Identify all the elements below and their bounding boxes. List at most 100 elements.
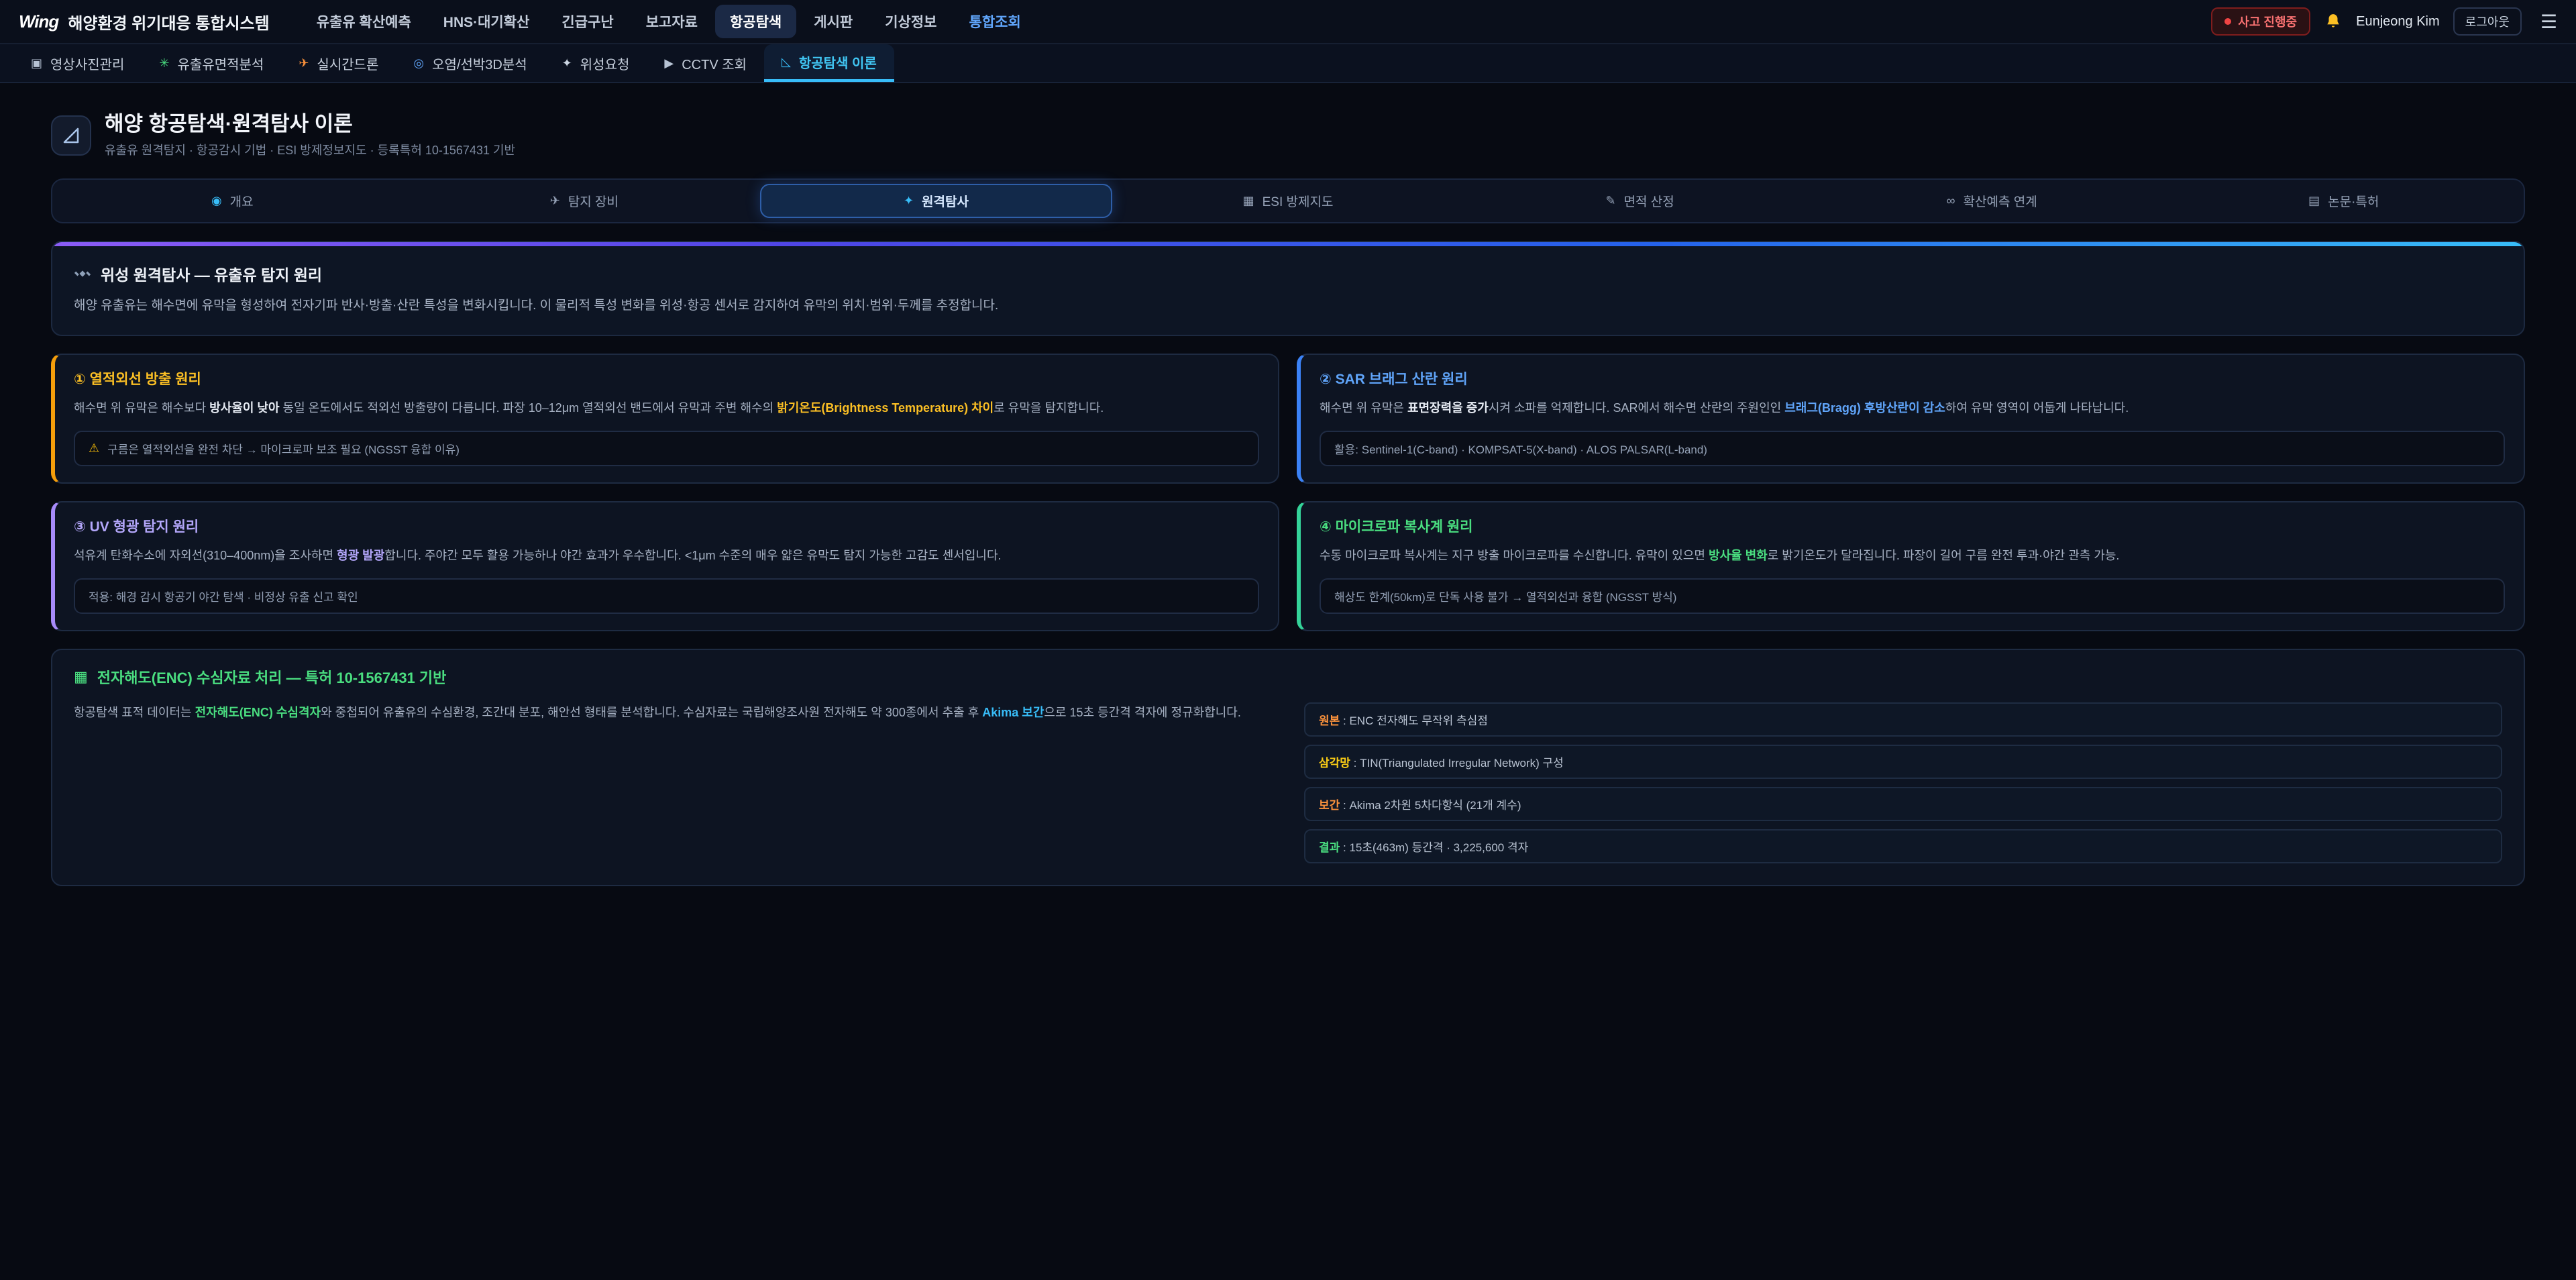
tab-label: ESI 방제지도 — [1263, 192, 1334, 210]
tab-label: 논문·특허 — [2328, 192, 2379, 210]
enc-row-result: 결과 : 15초(463m) 등간격 · 3,225,600 격자 — [1304, 829, 2502, 863]
subnav-item-oil-area-analysis[interactable]: ✳ 유출유면적분석 — [142, 44, 281, 82]
tab-label: 원격탐사 — [922, 192, 969, 210]
subnav-item-aerial-search-theory[interactable]: ◺ 항공탐색 이론 — [764, 44, 894, 82]
enc-row-label: 결과 — [1319, 841, 1340, 854]
main-menu: 유출유 확산예측 HNS·대기확산 긴급구난 보고자료 항공탐색 게시판 기상정… — [302, 5, 1036, 38]
tab-label: 개요 — [230, 192, 254, 210]
card-note: ⚠ 구름은 열적외선을 완전 차단 → 마이크로파 보조 필요 (NGSST 융… — [74, 431, 1259, 466]
main-content: 해양 항공탐색·원격탐사 이론 유출유 원격탐지 · 항공감시 기법 · ESI… — [0, 113, 2576, 940]
subnav-item-satellite-request[interactable]: ✦ 위성요청 — [545, 44, 647, 82]
subnav-item-image-management[interactable]: ▣ 영상사진관리 — [13, 44, 142, 82]
enc-row-value: : TIN(Triangulated Irregular Network) 구성 — [1350, 757, 1564, 769]
plane-icon: ✈ — [550, 194, 560, 208]
magnifier-icon: ◎ — [413, 57, 424, 69]
card-note: 활용: Sentinel-1(C-band) · KOMPSAT-5(X-ban… — [1320, 431, 2505, 466]
card-note-text: 적용: 해경 감시 항공기 야간 탐색 · 비정상 유출 신고 확인 — [89, 588, 358, 604]
nav-item-hns-diffusion[interactable]: HNS·대기확산 — [429, 5, 545, 38]
hamburger-menu-icon[interactable]: ☰ — [2540, 11, 2557, 33]
nav-item-spill-prediction[interactable]: 유출유 확산예측 — [302, 5, 426, 38]
page-title-block: 해양 항공탐색·원격탐사 이론 유출유 원격탐지 · 항공감시 기법 · ESI… — [105, 113, 515, 158]
top-navbar: Wing 해양환경 위기대응 통합시스템 유출유 확산예측 HNS·대기확산 긴… — [0, 0, 2576, 44]
enc-row-value: : 15초(463m) 등간격 · 3,225,600 격자 — [1340, 841, 1528, 854]
satellite-icon: ✦ — [904, 194, 914, 208]
nav-item-emergency-rescue[interactable]: 긴급구난 — [547, 5, 628, 38]
card-title: ④ 마이크로파 복사계 원리 — [1320, 516, 2505, 536]
card-uv-fluorescence: ③ UV 형광 탐지 원리 석유계 탄화수소에 자외선(310–400nm)을 … — [51, 501, 1279, 631]
enc-row-interpolation: 보간 : Akima 2차원 5차다항식 (21개 계수) — [1304, 787, 2502, 821]
card-body: 수동 마이크로파 복사계는 지구 방출 마이크로파를 수신합니다. 유막이 있으… — [1320, 545, 2505, 566]
drone-icon: ✈ — [299, 57, 309, 69]
brand[interactable]: Wing 해양환경 위기대응 통합시스템 — [19, 10, 270, 34]
tab-esi-map[interactable]: ▦ ESI 방제지도 — [1112, 184, 1464, 218]
principle-cards-grid: ① 열적외선 방출 원리 해수면 위 유막은 해수보다 방사율이 낮아 동일 온… — [51, 354, 2525, 631]
subnav-label: 위성요청 — [580, 54, 630, 73]
card-thermal-infrared: ① 열적외선 방출 원리 해수면 위 유막은 해수보다 방사율이 낮아 동일 온… — [51, 354, 1279, 484]
book-icon: ▤ — [2308, 194, 2320, 208]
subnav-item-cctv[interactable]: ▶ CCTV 조회 — [647, 44, 764, 82]
user-name: Eunjeong Kim — [2356, 14, 2440, 30]
map-icon: ▦ — [74, 668, 88, 686]
subnav-item-realtime-drone[interactable]: ✈ 실시간드론 — [281, 44, 396, 82]
link-icon: ∞ — [1947, 194, 1955, 208]
enc-row-source: 원본 : ENC 전자해도 무작위 측심점 — [1304, 702, 2502, 737]
ruler-icon: ◺ — [782, 56, 791, 68]
card-note: 적용: 해경 감시 항공기 야간 탐색 · 비정상 유출 신고 확인 — [74, 578, 1259, 614]
app-root: Wing 해양환경 위기대응 통합시스템 유출유 확산예측 HNS·대기확산 긴… — [0, 0, 2576, 1280]
nav-item-aerial-search[interactable]: 항공탐색 — [715, 5, 796, 38]
satellite-icon: ✦ — [562, 57, 572, 69]
subnav-label: 유출유면적분석 — [178, 54, 264, 73]
page-subtitle: 유출유 원격탐지 · 항공감시 기법 · ESI 방제정보지도 · 등록특허 1… — [105, 141, 515, 158]
navbar-right: 사고 진행중 Eunjeong Kim 로그아웃 ☰ — [2211, 7, 2557, 36]
notification-bell-icon[interactable] — [2324, 12, 2343, 31]
pencil-icon: ✎ — [1605, 194, 1615, 208]
card-note-text: 구름은 열적외선을 완전 차단 → 마이크로파 보조 필요 (NGSST 융합 … — [107, 440, 460, 457]
nav-item-weather[interactable]: 기상정보 — [870, 5, 951, 38]
card-microwave-radiometer: ④ 마이크로파 복사계 원리 수동 마이크로파 복사계는 지구 방출 마이크로파… — [1297, 501, 2525, 631]
wing-logo-icon: Wing — [19, 11, 58, 32]
subnav-label: 항공탐색 이론 — [799, 52, 877, 72]
enc-title: 전자해도(ENC) 수심자료 처리 — 특허 10-1567431 기반 — [97, 666, 447, 688]
enc-pipeline-rows: 원본 : ENC 전자해도 무작위 측심점 삼각망 : TIN(Triangul… — [1304, 702, 2502, 871]
enc-row-label: 보간 — [1319, 799, 1340, 812]
cctv-icon: ▶ — [664, 57, 674, 69]
card-note: 해상도 한계(50km)로 단독 사용 불가 → 열적외선과 융합 (NGSST… — [1320, 578, 2505, 614]
app-title: 해양환경 위기대응 통합시스템 — [68, 10, 269, 34]
card-body: 해수면 위 유막은 해수보다 방사율이 낮아 동일 온도에서도 적외선 방출량이… — [74, 398, 1259, 419]
tab-papers-patents[interactable]: ▤ 논문·특허 — [2167, 184, 2520, 218]
photo-icon: ▣ — [31, 57, 42, 69]
overview-icon: ◉ — [211, 194, 222, 208]
card-note-text: 활용: Sentinel-1(C-band) · KOMPSAT-5(X-ban… — [1334, 440, 1707, 457]
status-badge-label: 사고 진행중 — [2238, 13, 2297, 30]
card-title: ③ UV 형광 탐지 원리 — [74, 516, 1259, 536]
incident-status-badge[interactable]: 사고 진행중 — [2211, 7, 2310, 36]
satellite-dish-icon — [74, 265, 91, 282]
card-body: 석유계 탄화수소에 자외선(310–400nm)을 조사하면 형광 발광합니다.… — [74, 545, 1259, 566]
analysis-icon: ✳ — [159, 57, 169, 69]
nav-item-reports[interactable]: 보고자료 — [631, 5, 712, 38]
section-tabbar: ◉ 개요 ✈ 탐지 장비 ✦ 원격탐사 ▦ ESI 방제지도 ✎ 면적 산정 ∞… — [51, 178, 2525, 223]
tab-remote-sensing[interactable]: ✦ 원격탐사 — [760, 184, 1112, 218]
page-title: 해양 항공탐색·원격탐사 이론 — [105, 113, 515, 136]
tab-detection-equipment[interactable]: ✈ 탐지 장비 — [409, 184, 761, 218]
enc-panel: ▦ 전자해도(ENC) 수심자료 처리 — 특허 10-1567431 기반 항… — [51, 649, 2525, 886]
enc-row-value: : ENC 전자해도 무작위 측심점 — [1340, 714, 1488, 727]
logout-button[interactable]: 로그아웃 — [2453, 7, 2522, 36]
tab-label: 탐지 장비 — [568, 192, 619, 210]
nav-item-integrated-search[interactable]: 통합조회 — [955, 5, 1036, 38]
status-dot-icon — [2224, 18, 2231, 25]
tab-label: 면적 산정 — [1624, 192, 1674, 210]
nav-item-board[interactable]: 게시판 — [799, 5, 867, 38]
tab-diffusion-link[interactable]: ∞ 확산예측 연계 — [1816, 184, 2168, 218]
tab-area-calculation[interactable]: ✎ 면적 산정 — [1464, 184, 1816, 218]
subnav-label: 영상사진관리 — [50, 54, 124, 73]
enc-row-label: 삼각망 — [1319, 757, 1350, 769]
enc-row-tin: 삼각망 : TIN(Triangulated Irregular Network… — [1304, 745, 2502, 779]
enc-row-label: 원본 — [1319, 714, 1340, 727]
intro-panel: 위성 원격탐사 — 유출유 탐지 원리 해양 유출유는 해수면에 유막을 형성하… — [51, 241, 2525, 336]
subnav-item-ship-3d-analysis[interactable]: ◎ 오염/선박3D분석 — [396, 44, 544, 82]
subnav-label: 실시간드론 — [317, 54, 378, 73]
enc-title-row: ▦ 전자해도(ENC) 수심자료 처리 — 특허 10-1567431 기반 — [74, 666, 2502, 688]
tab-overview[interactable]: ◉ 개요 — [56, 184, 409, 218]
intro-title: 위성 원격탐사 — 유출유 탐지 원리 — [101, 262, 322, 285]
